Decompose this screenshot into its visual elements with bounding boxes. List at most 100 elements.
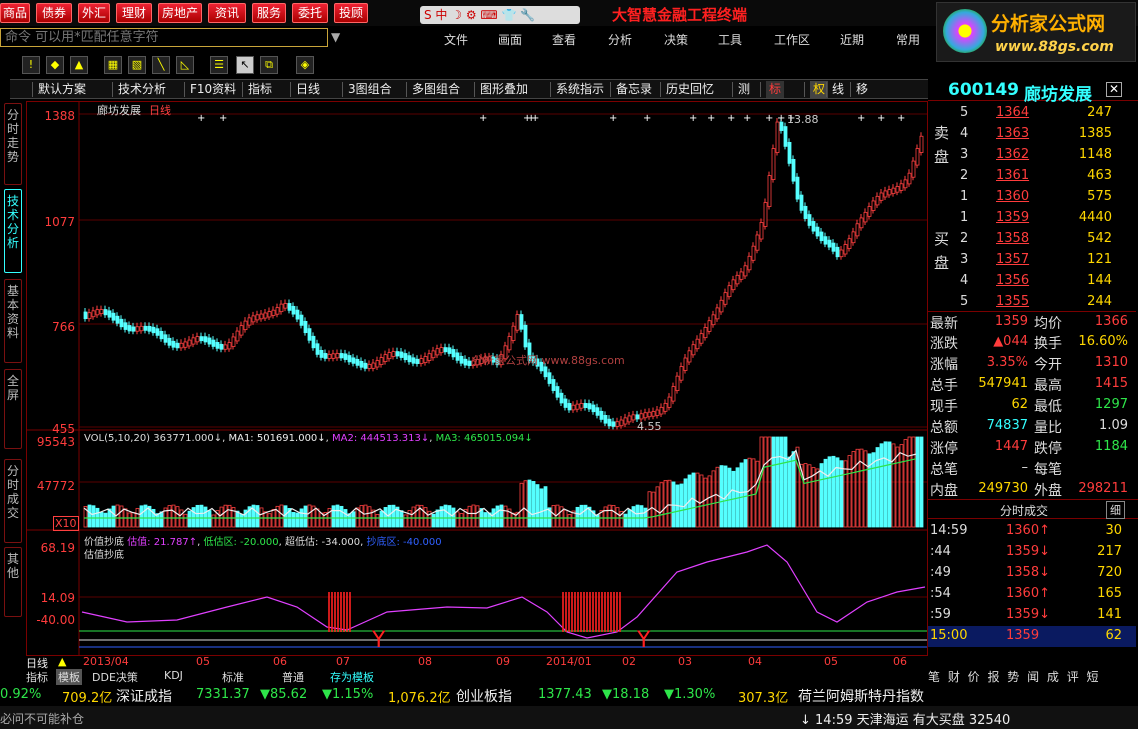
menu-item-8[interactable]: 常用 (896, 31, 920, 48)
bottom-tab-6[interactable]: 存为模板 (330, 669, 374, 685)
tab-5[interactable]: 3图组合 (348, 81, 392, 98)
candle-body (731, 279, 736, 291)
candle-body (883, 190, 888, 198)
command-input[interactable]: 命令 可以用*匹配任意字符 (0, 28, 328, 47)
tab-0[interactable]: 默认方案 (38, 81, 86, 98)
menu-button-8[interactable]: 投顾 (334, 3, 368, 23)
tab-11[interactable]: 测 (738, 81, 750, 98)
bottom-tab-0[interactable]: 指标 (26, 669, 48, 685)
menu-button-1[interactable]: 债券 (36, 3, 72, 23)
candle-body (155, 328, 160, 336)
menu-button-5[interactable]: 资讯 (208, 3, 246, 23)
bottom-tab-2[interactable]: DDE决策 (92, 669, 138, 685)
layers-icon[interactable]: ⧉ (260, 56, 278, 74)
bottom-tab-4[interactable]: 标准 (222, 669, 244, 685)
x-axis: 日线 ▲ 2013/04 05 06 07 08 09 2014/01 02 03 04 05 06 (26, 655, 928, 670)
candle-body (831, 242, 836, 252)
cursor-icon[interactable]: ↖ (236, 56, 254, 74)
bell-icon[interactable]: ▲ (70, 56, 88, 74)
sidebar-item-3[interactable]: 全屏 (4, 369, 22, 449)
sidebar-item-2[interactable]: 基本资料 (4, 279, 22, 363)
bid-row[interactable]: 3 1357 121 (928, 250, 1136, 271)
ask-row[interactable]: 5 1364 247 (928, 103, 1136, 124)
draw-icon[interactable]: ▧ (128, 56, 146, 74)
ask-row[interactable]: 2 1361 463 (928, 166, 1136, 187)
candle-body (899, 183, 904, 191)
chart-area[interactable]: 1388 1077 766 455 95543 47772 68.19 14.09 -40.00… (26, 101, 928, 656)
menu-item-4[interactable]: 决策 (664, 31, 688, 48)
menu-item-2[interactable]: 查看 (552, 31, 576, 48)
tab-14[interactable]: 线 (832, 81, 844, 98)
tick-row[interactable]: 14:59 1360↑ 30 (928, 521, 1136, 542)
triangle-icon[interactable]: ◺ (176, 56, 194, 74)
info-icon[interactable]: ! (22, 56, 40, 74)
ticks-detail-button[interactable]: 细 (1106, 501, 1125, 519)
tick-time: :54 (930, 586, 951, 601)
diamond-icon[interactable]: ◈ (296, 56, 314, 74)
alert-icon[interactable]: ◆ (46, 56, 64, 74)
ticker-name3[interactable]: 荷兰阿姆斯特丹指数 (798, 686, 924, 706)
stat-value: 1359 (994, 314, 1028, 329)
status-news[interactable]: ↓ 14:59 天津海运 有大买盘 32540 (800, 709, 1010, 728)
bid-row[interactable]: 5 1355 244 (928, 292, 1136, 313)
ask-row[interactable]: 1 1360 575 (928, 187, 1136, 208)
bottom-tab-3[interactable]: KDJ (164, 669, 183, 682)
panel-tabs[interactable]: 笔 财 价 报 势 闻 成 评 短 (928, 668, 1138, 685)
menu-button-3[interactable]: 理财 (116, 3, 152, 23)
ask-row[interactable]: 4 1363 1385 (928, 124, 1136, 145)
bid-row[interactable]: 1 1359 4440 (928, 208, 1136, 229)
dropdown-icon[interactable]: ▼ (331, 30, 340, 44)
tick-row[interactable]: :59 1359↓ 141 (928, 605, 1136, 626)
menu-item-0[interactable]: 文件 (444, 31, 468, 48)
tab-1[interactable]: 技术分析 (118, 81, 166, 98)
chart-icon[interactable]: ▦ (104, 56, 122, 74)
ask-price: 1360 (996, 189, 1030, 204)
bottom-tab-1[interactable]: 模板 (56, 669, 82, 685)
ticker-name1[interactable]: 深证成指 (116, 686, 172, 706)
tab-2[interactable]: F10资料 (190, 81, 236, 98)
menu-button-7[interactable]: 委托 (292, 3, 328, 23)
ask-row[interactable]: 3 1362 1148 (928, 145, 1136, 166)
close-icon[interactable]: ✕ (1106, 82, 1122, 97)
bottom-tab-5[interactable]: 普通 (282, 669, 304, 685)
tick-row[interactable]: :54 1360↑ 165 (928, 584, 1136, 605)
tab-15[interactable]: 移 (856, 81, 868, 98)
period-triangle-icon[interactable]: ▲ (58, 655, 66, 668)
menu-item-3[interactable]: 分析 (608, 31, 632, 48)
tick-row[interactable]: :49 1358↓ 720 (928, 563, 1136, 584)
ticker-name2[interactable]: 创业板指 (456, 686, 512, 706)
menu-item-5[interactable]: 工具 (718, 31, 742, 48)
tab-3[interactable]: 指标 (248, 81, 272, 98)
sidebar-item-4[interactable]: 分时成交 (4, 459, 22, 543)
toolbar-icons[interactable]: S 中 ☽ ⚙ ⌨ 👕 🔧 (420, 6, 580, 24)
sidebar-item-1[interactable]: 技术分析 (4, 189, 22, 273)
bid-row[interactable]: 2 1358 542 (928, 229, 1136, 250)
tab-9[interactable]: 备忘录 (616, 81, 652, 98)
tab-7[interactable]: 图形叠加 (480, 81, 528, 98)
bid-row[interactable]: 4 1356 144 (928, 271, 1136, 292)
tab-8[interactable]: 系统指示 (556, 81, 604, 98)
menu-button-6[interactable]: 服务 (252, 3, 286, 23)
menu-button-2[interactable]: 外汇 (78, 3, 110, 23)
candle-body (639, 413, 644, 420)
tick-row[interactable]: 15:00 1359 62 (928, 626, 1136, 647)
menu-button-0[interactable]: 商品 (0, 3, 30, 23)
tab-6[interactable]: 多图组合 (412, 81, 460, 98)
tab-10[interactable]: 历史回忆 (666, 81, 714, 98)
volume-bar (495, 505, 500, 528)
menu-item-6[interactable]: 工作区 (774, 31, 810, 48)
sidebar-item-0[interactable]: 分时走势 (4, 103, 22, 185)
tick-row[interactable]: :44 1359↓ 217 (928, 542, 1136, 563)
stat-value: 1447 (994, 439, 1028, 454)
line-icon[interactable]: ╲ (152, 56, 170, 74)
tab-12[interactable]: 标 (766, 81, 785, 98)
sidebar-item-5[interactable]: 其他 (4, 547, 22, 617)
x-label-2: 06 (273, 655, 287, 668)
menu-button-4[interactable]: 房地产 (158, 3, 202, 23)
menu-item-7[interactable]: 近期 (840, 31, 864, 48)
grid-icon[interactable]: ☰ (210, 56, 228, 74)
chart-svg[interactable]: 1388 1077 766 45595543 47772 68.19 14.09 -40.00… (27, 102, 927, 655)
menu-item-1[interactable]: 画面 (498, 31, 522, 48)
tab-4[interactable]: 日线 (296, 81, 320, 98)
candle-body (743, 265, 748, 277)
